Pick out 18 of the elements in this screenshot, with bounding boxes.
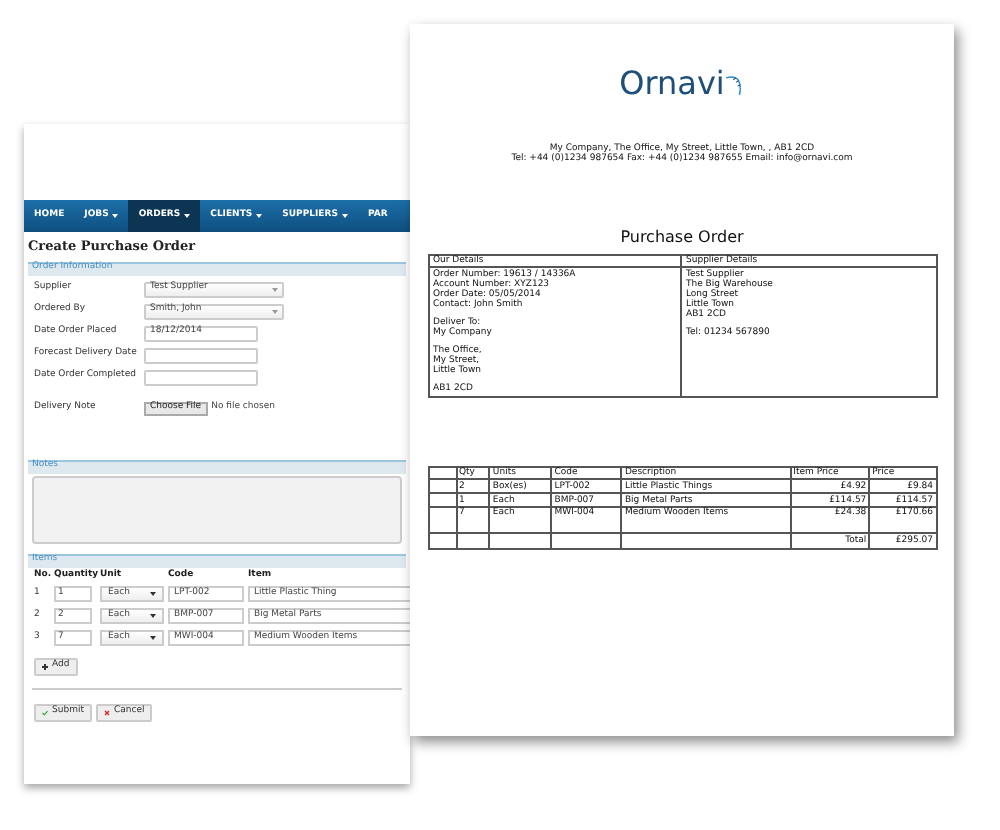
input-field[interactable] bbox=[144, 347, 258, 363]
check-icon bbox=[42, 710, 48, 716]
caret-icon bbox=[341, 214, 348, 218]
plus-icon bbox=[42, 664, 48, 670]
caret-icon bbox=[272, 309, 278, 313]
caret-icon bbox=[150, 614, 156, 618]
caret-icon bbox=[112, 214, 119, 218]
notes-field[interactable] bbox=[32, 475, 402, 543]
input-field[interactable] bbox=[144, 369, 258, 385]
logo-text: Ornavi bbox=[619, 68, 725, 100]
cross-icon bbox=[103, 710, 110, 716]
logo-swoosh-icon bbox=[726, 72, 745, 100]
caret-icon bbox=[150, 592, 156, 596]
caret-icon bbox=[256, 214, 263, 218]
caret-icon bbox=[184, 214, 191, 218]
document-title: Purchase Order bbox=[620, 230, 744, 246]
caret-icon bbox=[272, 287, 278, 291]
caret-icon bbox=[150, 636, 156, 640]
